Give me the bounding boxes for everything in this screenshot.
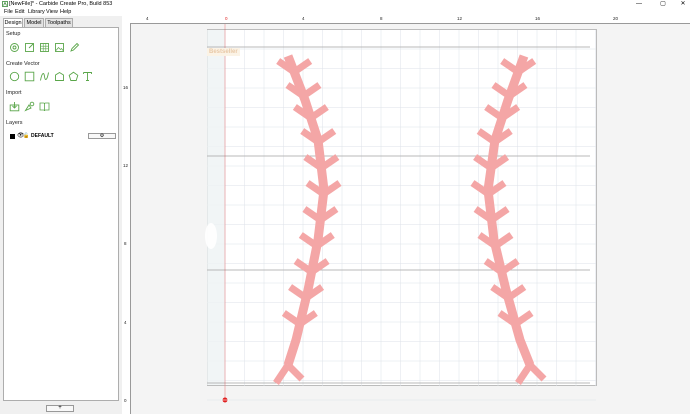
stitch-barb[interactable] bbox=[476, 128, 497, 145]
stitch-barb[interactable] bbox=[301, 82, 322, 99]
stitch-left[interactable] bbox=[273, 54, 342, 385]
canvas-grid bbox=[207, 30, 596, 401]
stitch-barb[interactable] bbox=[288, 284, 309, 301]
stitch-barb[interactable] bbox=[491, 82, 512, 99]
stitch-right[interactable] bbox=[470, 54, 547, 385]
stitch-barb[interactable] bbox=[316, 128, 337, 145]
watermark-label: Bestseller bbox=[207, 48, 240, 56]
image-highlight bbox=[205, 223, 217, 249]
stitch-barb[interactable] bbox=[292, 58, 313, 75]
stitch-barb[interactable] bbox=[513, 310, 534, 327]
stitch-barb[interactable] bbox=[500, 58, 521, 75]
stitch-barb[interactable] bbox=[506, 284, 527, 301]
stitch-barb[interactable] bbox=[308, 104, 329, 121]
stitch-barb[interactable] bbox=[484, 104, 505, 121]
image-edge bbox=[207, 30, 225, 385]
origin-marker bbox=[221, 397, 229, 403]
canvas-overlay bbox=[205, 24, 596, 403]
stitch-barb[interactable] bbox=[281, 310, 302, 327]
